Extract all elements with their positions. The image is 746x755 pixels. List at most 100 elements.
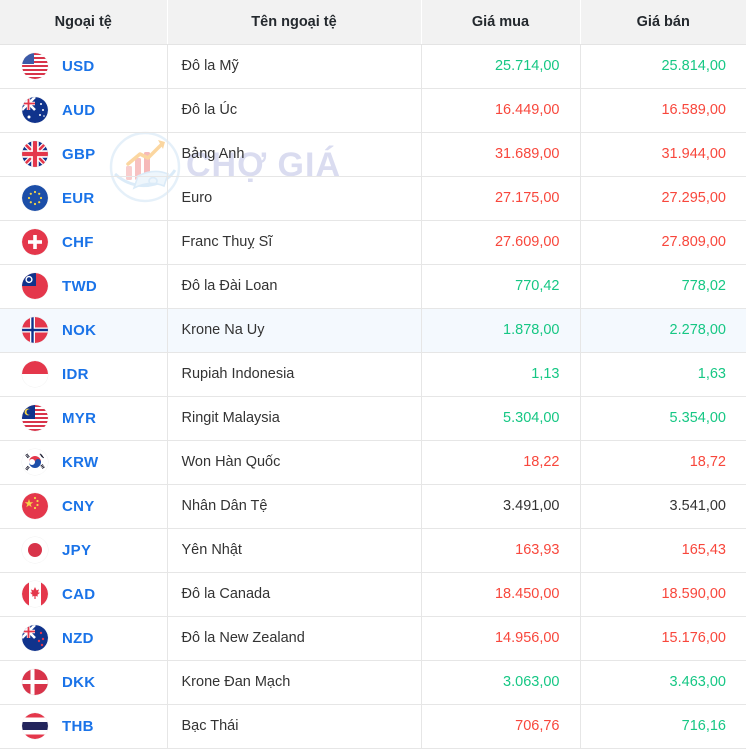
buy-price-cell: 18.450,00 <box>421 572 581 617</box>
currency-name-cell: Đô la Mỹ <box>167 44 422 89</box>
buy-price-cell: 14.956,00 <box>421 616 581 661</box>
table-row[interactable]: AUD Đô la Úc 16.449,00 16.589,00 <box>0 88 746 133</box>
currency-code-cell: GBP <box>0 132 168 177</box>
column-header-sell[interactable]: Giá bán <box>580 0 746 45</box>
currency-code-cell: IDR <box>0 352 168 397</box>
currency-code-cell: NOK <box>0 308 168 353</box>
exchange-rate-table: Ngoại tệ Tên ngoại tệ Giá mua Giá bán US… <box>0 0 746 749</box>
table-row[interactable]: KRW Won Hàn Quốc 18,22 18,72 <box>0 440 746 485</box>
buy-price-cell: 18,22 <box>421 440 581 485</box>
currency-code-wrap: NZD <box>22 625 153 651</box>
currency-code-cell: KRW <box>0 440 168 485</box>
currency-name-cell: Franc Thuỵ Sĩ <box>167 220 422 265</box>
currency-code-cell: THB <box>0 704 168 749</box>
table-row[interactable]: CAD Đô la Canada 18.450,00 18.590,00 <box>0 572 746 617</box>
buy-price-cell: 31.689,00 <box>421 132 581 177</box>
table-body: USD Đô la Mỹ 25.714,00 25.814,00 AUD Đô la Úc… <box>0 44 746 749</box>
currency-name-cell: Bạc Thái <box>167 704 422 749</box>
flag-ch-icon <box>22 229 48 255</box>
buy-price-cell: 1,13 <box>421 352 581 397</box>
currency-name-cell: Krone Đan Mạch <box>167 660 422 705</box>
sell-price-cell: 778,02 <box>580 264 746 309</box>
table-row[interactable]: THB Bạc Thái 706,76 716,16 <box>0 704 746 749</box>
currency-name-cell: Krone Na Uy <box>167 308 422 353</box>
currency-code-wrap: CHF <box>22 229 153 255</box>
flag-eu-icon <box>22 185 48 211</box>
table-row[interactable]: CNY Nhân Dân Tệ 3.491,00 3.541,00 <box>0 484 746 529</box>
currency-name-cell: Euro <box>167 176 422 221</box>
currency-code-label: NOK <box>62 321 97 339</box>
buy-price-cell: 163,93 <box>421 528 581 573</box>
sell-price-cell: 2.278,00 <box>580 308 746 353</box>
table-row[interactable]: TWD Đô la Đài Loan 770,42 778,02 <box>0 264 746 309</box>
table-row[interactable]: MYR Ringit Malaysia 5.304,00 5.354,00 <box>0 396 746 441</box>
currency-code-label: AUD <box>62 101 96 119</box>
currency-code-label: GBP <box>62 145 96 163</box>
currency-code-wrap: JPY <box>22 537 153 563</box>
currency-code-wrap: EUR <box>22 185 153 211</box>
currency-code-wrap: NOK <box>22 317 153 343</box>
currency-code-cell: JPY <box>0 528 168 573</box>
sell-price-cell: 165,43 <box>580 528 746 573</box>
table-row[interactable]: NOK Krone Na Uy 1.878,00 2.278,00 <box>0 308 746 353</box>
table-row[interactable]: JPY Yên Nhật 163,93 165,43 <box>0 528 746 573</box>
sell-price-cell: 716,16 <box>580 704 746 749</box>
table-header-row: Ngoại tệ Tên ngoại tệ Giá mua Giá bán <box>0 0 746 45</box>
currency-name-cell: Nhân Dân Tệ <box>167 484 422 529</box>
table-row[interactable]: IDR Rupiah Indonesia 1,13 1,63 <box>0 352 746 397</box>
column-header-code[interactable]: Ngoại tệ <box>0 0 168 45</box>
sell-price-cell: 27.295,00 <box>580 176 746 221</box>
flag-nz-icon <box>22 625 48 651</box>
table-row[interactable]: USD Đô la Mỹ 25.714,00 25.814,00 <box>0 44 746 89</box>
currency-code-wrap: TWD <box>22 273 153 299</box>
flag-gb-icon <box>22 141 48 167</box>
column-header-buy[interactable]: Giá mua <box>421 0 581 45</box>
flag-jp-icon <box>22 537 48 563</box>
currency-name-cell: Bảng Anh <box>167 132 422 177</box>
currency-name-cell: Đô la Đài Loan <box>167 264 422 309</box>
buy-price-cell: 3.063,00 <box>421 660 581 705</box>
buy-price-cell: 27.609,00 <box>421 220 581 265</box>
currency-name-cell: Đô la Úc <box>167 88 422 133</box>
currency-code-label: IDR <box>62 365 89 383</box>
column-header-name[interactable]: Tên ngoại tệ <box>167 0 422 45</box>
currency-name-cell: Đô la Canada <box>167 572 422 617</box>
flag-no-icon <box>22 317 48 343</box>
currency-code-cell: MYR <box>0 396 168 441</box>
currency-code-wrap: MYR <box>22 405 153 431</box>
flag-th-icon <box>22 713 48 739</box>
buy-price-cell: 3.491,00 <box>421 484 581 529</box>
currency-code-cell: EUR <box>0 176 168 221</box>
sell-price-cell: 15.176,00 <box>580 616 746 661</box>
currency-code-label: MYR <box>62 409 97 427</box>
currency-name-cell: Đô la New Zealand <box>167 616 422 661</box>
sell-price-cell: 25.814,00 <box>580 44 746 89</box>
table-row[interactable]: NZD Đô la New Zealand 14.956,00 15.176,00 <box>0 616 746 661</box>
currency-code-label: CHF <box>62 233 94 251</box>
table-row[interactable]: CHF Franc Thuỵ Sĩ 27.609,00 27.809,00 <box>0 220 746 265</box>
sell-price-cell: 27.809,00 <box>580 220 746 265</box>
currency-name-cell: Rupiah Indonesia <box>167 352 422 397</box>
currency-code-wrap: CNY <box>22 493 153 519</box>
buy-price-cell: 25.714,00 <box>421 44 581 89</box>
currency-code-label: THB <box>62 717 94 735</box>
currency-code-label: JPY <box>62 541 92 559</box>
flag-id-icon <box>22 361 48 387</box>
currency-name-cell: Ringit Malaysia <box>167 396 422 441</box>
sell-price-cell: 31.944,00 <box>580 132 746 177</box>
currency-name-cell: Yên Nhật <box>167 528 422 573</box>
currency-code-wrap: KRW <box>22 449 153 475</box>
flag-ca-icon <box>22 581 48 607</box>
buy-price-cell: 16.449,00 <box>421 88 581 133</box>
table-row[interactable]: EUR Euro 27.175,00 27.295,00 <box>0 176 746 221</box>
currency-code-label: KRW <box>62 453 99 471</box>
currency-code-cell: TWD <box>0 264 168 309</box>
table-row[interactable]: DKK Krone Đan Mạch 3.063,00 3.463,00 <box>0 660 746 705</box>
buy-price-cell: 770,42 <box>421 264 581 309</box>
sell-price-cell: 1,63 <box>580 352 746 397</box>
buy-price-cell: 1.878,00 <box>421 308 581 353</box>
table-row[interactable]: GBP Bảng Anh 31.689,00 31.944,00 <box>0 132 746 177</box>
currency-code-wrap: GBP <box>22 141 153 167</box>
currency-code-label: DKK <box>62 673 96 691</box>
buy-price-cell: 706,76 <box>421 704 581 749</box>
